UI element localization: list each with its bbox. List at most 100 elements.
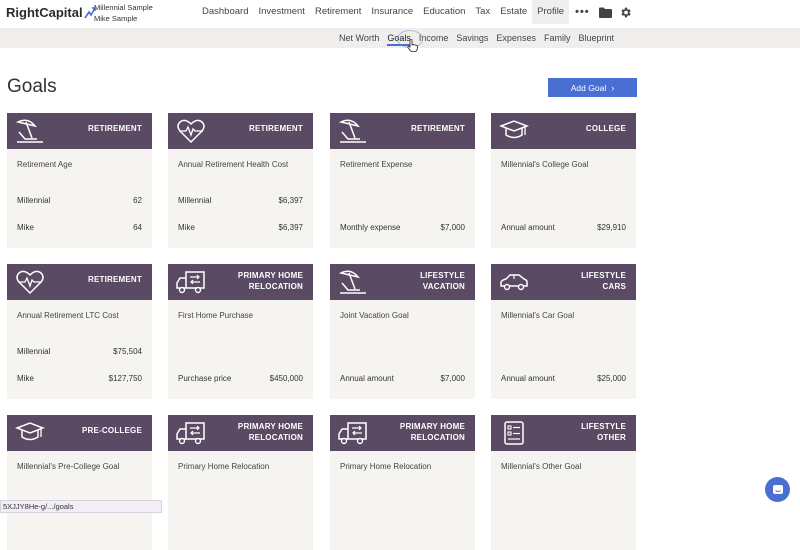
goal-name: Millennial's Pre-College Goal [17,462,120,471]
goal-card-header: RETIREMENT [168,113,313,149]
nav-estate[interactable]: Estate [495,0,532,24]
checklist-icon [504,421,524,445]
goal-category: LIFESTYLE CARS [581,271,626,291]
more-menu-button[interactable]: ••• [569,6,596,18]
goal-category: RETIREMENT [88,275,142,284]
moving-truck-icon [176,271,205,294]
goal-card-header: LIFESTYLE OTHER [491,415,636,451]
beach-chair-icon [338,119,366,143]
goal-name: Primary Home Relocation [178,462,270,471]
hand-cursor-icon [407,39,418,52]
goal-card[interactable]: LIFESTYLE CARS Millennial's Car Goal Annu… [491,264,636,399]
subnav-net-worth[interactable]: Net Worth [335,28,383,48]
nav-profile[interactable]: Profile [532,0,570,24]
graduation-cap-icon [15,422,45,441]
goal-card-header: RETIREMENT [7,113,152,149]
goal-name: Primary Home Relocation [340,462,432,471]
goal-name: Annual Retirement LTC Cost [17,311,119,320]
goal-row: Annual amount $25,000 [501,374,626,383]
nav-education[interactable]: Education [418,0,470,24]
goal-row: Purchase price $450,000 [178,374,303,383]
nav-tax[interactable]: Tax [470,0,495,24]
goal-category: LIFESTYLE OTHER [581,422,626,442]
client-switcher[interactable]: Millennial Sample Mike Sample [94,2,153,24]
goal-row: Millennial $75,504 [17,347,142,356]
goal-card[interactable]: LIFESTYLE VACATION Joint Vacation Goal An… [330,264,475,399]
chat-icon [772,484,783,494]
goal-row: Annual amount $7,000 [340,374,465,383]
subnav-family[interactable]: Family [540,28,575,48]
goal-card-header: COLLEGE [491,113,636,149]
moving-truck-icon [338,422,367,445]
goal-row: Mike $127,750 [17,374,142,383]
goal-card-header: LIFESTYLE VACATION [330,264,475,300]
goal-card[interactable]: RETIREMENT Retirement Expense Monthly ex… [330,113,475,248]
goal-card-header: PRIMARY HOME RELOCATION [330,415,475,451]
top-bar: RightCapital Millennial Sample Mike Samp… [0,0,800,28]
folder-icon [599,7,613,18]
goal-row: Annual amount $29,910 [501,223,626,232]
page-title: Goals [7,76,57,97]
subnav-expenses[interactable]: Expenses [492,28,540,48]
beach-chair-icon [15,119,43,143]
goal-card[interactable]: PRIMARY HOME RELOCATION Primary Home Relo… [330,415,475,550]
goal-row: Millennial 62 [17,196,142,205]
nav-dashboard[interactable]: Dashboard [197,0,253,24]
brand-logo[interactable]: RightCapital [6,5,96,20]
goal-card[interactable]: LIFESTYLE OTHER Millennial's Other Goal [491,415,636,550]
nav-insurance[interactable]: Insurance [366,0,418,24]
chat-launcher-button[interactable] [765,477,790,502]
folder-button[interactable] [596,0,616,24]
status-bar-url: 5XJJY8He-g/.../goals [0,500,162,513]
goal-card[interactable]: PRE-COLLEGE Millennial's Pre-College Goa… [7,415,152,550]
add-goal-button[interactable]: Add Goal › [548,78,637,97]
goal-card-header: RETIREMENT [330,113,475,149]
gear-icon [621,7,631,17]
goal-category: RETIREMENT [411,124,465,133]
goal-card-header: LIFESTYLE CARS [491,264,636,300]
goal-category: RETIREMENT [249,124,303,133]
goal-card-header: RETIREMENT [7,264,152,300]
settings-button[interactable] [616,0,636,24]
goal-row: Millennial $6,397 [178,196,303,205]
goal-card[interactable]: COLLEGE Millennial's College Goal Annual… [491,113,636,248]
goal-name: Millennial's College Goal [501,160,589,169]
main-nav: Dashboard Investment Retirement Insuranc… [197,0,636,24]
goal-name: Retirement Expense [340,160,413,169]
chevron-right-icon: › [611,82,615,93]
goal-row: Monthly expense $7,000 [340,223,465,232]
goal-card-header: PRIMARY HOME RELOCATION [168,264,313,300]
goal-row: Mike $6,397 [178,223,303,232]
heart-pulse-icon [177,119,205,144]
heart-pulse-icon [16,270,44,295]
goal-row: Mike 64 [17,223,142,232]
goal-name: Annual Retirement Health Cost [178,160,289,169]
goal-card[interactable]: RETIREMENT Retirement Age Millennial 62 M… [7,113,152,248]
goal-category: LIFESTYLE VACATION [420,271,465,291]
nav-investment[interactable]: Investment [253,0,309,24]
subnav-savings[interactable]: Savings [452,28,492,48]
client-primary-name: Millennial Sample [94,3,153,12]
goal-name: Millennial's Car Goal [501,311,575,320]
goal-category: PRIMARY HOME RELOCATION [237,422,303,442]
goal-category: PRIMARY HOME RELOCATION [237,271,303,291]
goal-card[interactable]: RETIREMENT Annual Retirement LTC Cost Mi… [7,264,152,399]
goal-category: PRIMARY HOME RELOCATION [399,422,465,442]
add-goal-label: Add Goal [570,82,607,93]
goal-card[interactable]: PRIMARY HOME RELOCATION Primary Home Relo… [168,415,313,550]
goal-name: Joint Vacation Goal [340,311,409,320]
goal-name: Retirement Age [17,160,73,169]
goal-category: COLLEGE [585,124,626,133]
goal-name: Millennial's Other Goal [501,462,582,471]
moving-truck-icon [176,422,205,445]
goal-card-header: PRIMARY HOME RELOCATION [168,415,313,451]
car-icon [500,274,528,291]
goal-card[interactable]: RETIREMENT Annual Retirement Health Cost… [168,113,313,248]
goal-category: RETIREMENT [88,124,142,133]
subnav-blueprint[interactable]: Blueprint [574,28,618,48]
nav-retirement[interactable]: Retirement [310,0,366,24]
goal-card-header: PRE-COLLEGE [7,415,152,451]
client-secondary-name: Mike Sample [94,14,138,23]
goal-card[interactable]: PRIMARY HOME RELOCATION First Home Purcha… [168,264,313,399]
goal-name: First Home Purchase [178,311,254,320]
